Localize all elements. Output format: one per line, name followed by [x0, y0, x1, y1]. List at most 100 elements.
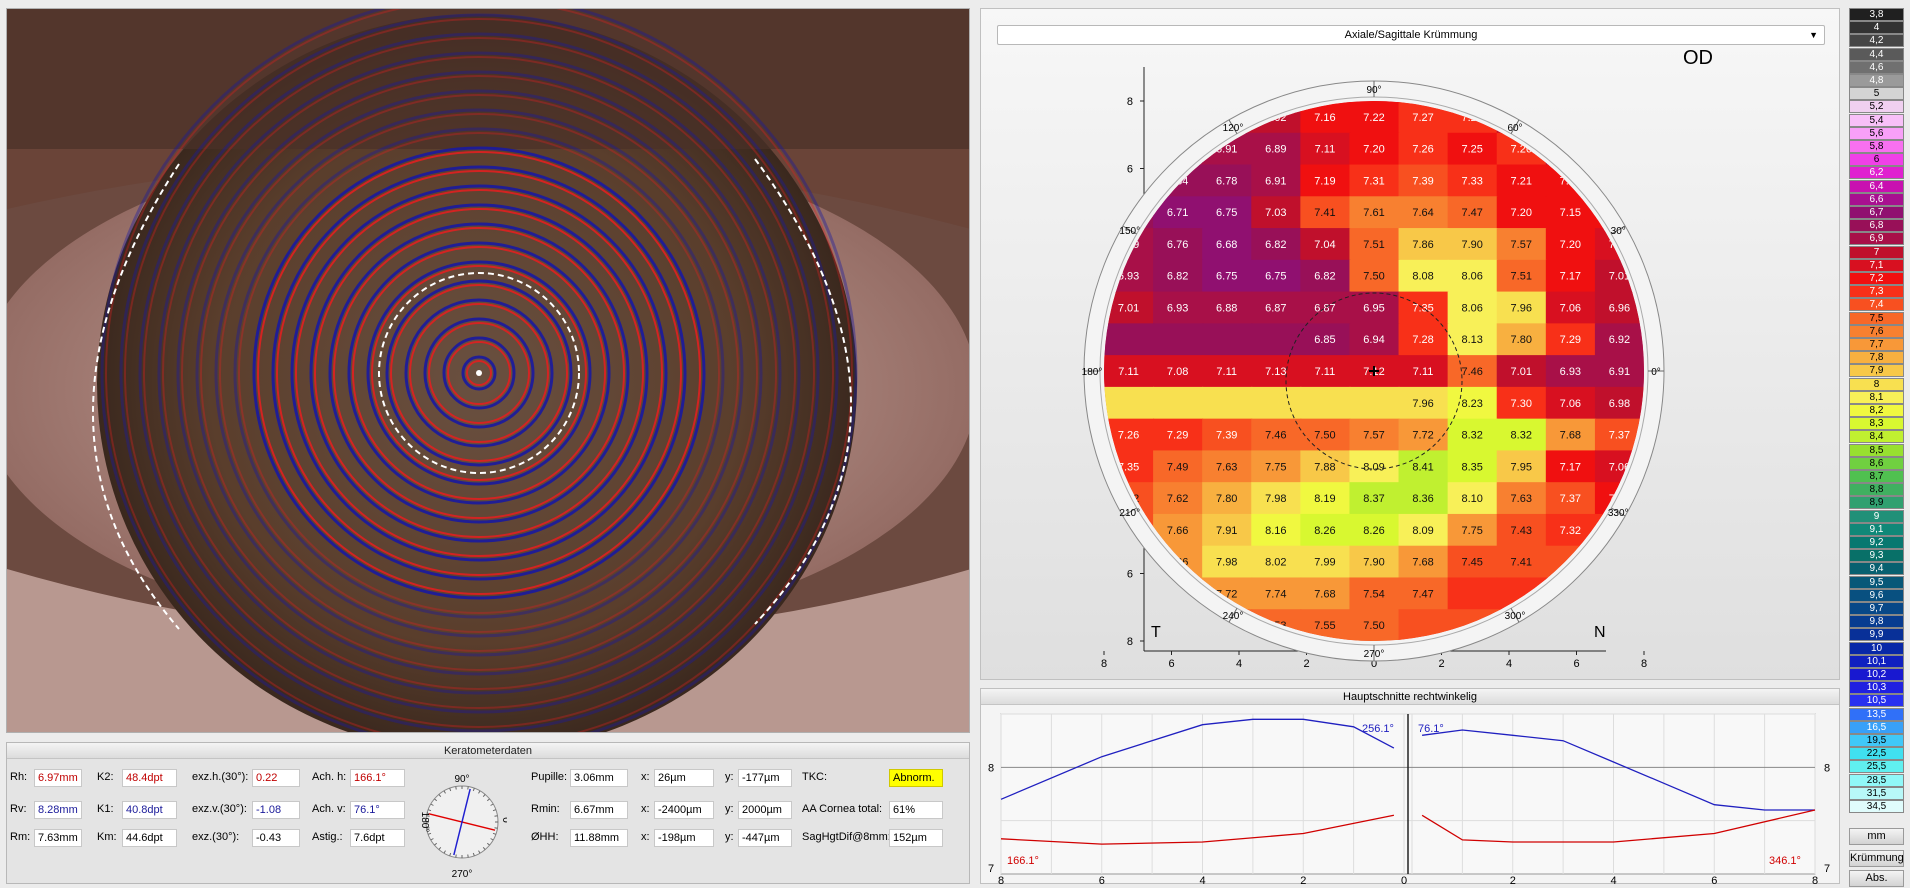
summary-value[interactable]: 61%	[889, 801, 943, 819]
x-tick-label: 8	[1641, 658, 1647, 670]
map-value: 8.23	[1461, 398, 1482, 410]
x-value[interactable]: -2400µm	[654, 801, 714, 819]
pupil-label: Rmin:	[531, 803, 560, 815]
map-value: 7.47	[1412, 588, 1433, 600]
map-value: 7.66	[1167, 525, 1188, 537]
map-value: 7.96	[1511, 302, 1532, 314]
map-value: 7.80	[1216, 493, 1237, 505]
map-value: 7.17	[1560, 461, 1581, 473]
pupil-value[interactable]: 6.67mm	[570, 801, 628, 819]
kerato-label: Astig.:	[312, 831, 343, 843]
kerato-value[interactable]: 7.6dpt	[350, 829, 405, 847]
pupil-value[interactable]: 3.06mm	[570, 769, 628, 787]
scale-step: 4	[1849, 21, 1904, 35]
map-value: 8.26	[1314, 525, 1335, 537]
kerato-value[interactable]: 44.6dpt	[122, 829, 177, 847]
map-value: 8.35	[1461, 461, 1482, 473]
scale-step: 5,2	[1849, 100, 1904, 114]
kerato-value[interactable]: -0.43	[252, 829, 300, 847]
left-blue-angle: 256.1°	[1362, 723, 1394, 735]
kerato-value[interactable]: 40.8dpt	[122, 801, 177, 819]
summary-label: AA Cornea total:	[802, 803, 883, 815]
profile-x-label: 8	[998, 875, 1004, 884]
scale-step: 8,4	[1849, 430, 1904, 444]
map-value: 7.26	[1118, 430, 1139, 442]
map-value: 7.98	[1216, 557, 1237, 569]
scale-step: 6	[1849, 153, 1904, 167]
kerato-value[interactable]: 6.97mm	[34, 769, 82, 787]
kerato-label: Rh:	[10, 771, 28, 783]
scale-step: 8,8	[1849, 483, 1904, 497]
profile-y-label: 8	[988, 762, 994, 774]
kerato-value[interactable]: 48.4dpt	[122, 769, 177, 787]
scale-step: 4,2	[1849, 34, 1904, 48]
profile-y-label-right: 8	[1824, 762, 1830, 774]
kerato-value[interactable]: 7.63mm	[34, 829, 82, 847]
map-value: 6.82	[1314, 271, 1335, 283]
map-value: 7.75	[1265, 461, 1286, 473]
map-value: 7.57	[1511, 239, 1532, 251]
dial-label-bottom: 270°	[452, 869, 473, 880]
map-value: 8.37	[1363, 493, 1384, 505]
map-value: 7.11	[1118, 366, 1139, 378]
scale-option-button[interactable]: mm	[1849, 828, 1904, 845]
tkc-badge[interactable]: Abnorm.	[889, 769, 943, 787]
x-value[interactable]: -198µm	[654, 829, 714, 847]
map-value: 7.96	[1412, 398, 1433, 410]
y-value[interactable]: -447µm	[738, 829, 792, 847]
y-tick-label: 8	[1127, 636, 1133, 648]
map-value: 7.64	[1412, 207, 1433, 219]
map-value: 6.96	[1609, 302, 1630, 314]
y-value[interactable]: -177µm	[738, 769, 792, 787]
scale-step: 9,6	[1849, 588, 1904, 602]
pupil-value[interactable]: 11.88mm	[570, 829, 628, 847]
map-value: 7.19	[1314, 175, 1335, 187]
kerato-label: exz.(30°):	[192, 831, 240, 843]
y-value[interactable]: 2000µm	[738, 801, 792, 819]
map-value: 7.50	[1363, 620, 1384, 632]
kerato-value[interactable]: -1.08	[252, 801, 300, 819]
scale-step: 10,3	[1849, 681, 1904, 695]
kerato-value[interactable]: 166.1°	[350, 769, 405, 787]
map-value: 6.85	[1314, 334, 1335, 346]
kerato-value[interactable]: 76.1°	[350, 801, 405, 819]
map-value: 7.90	[1461, 239, 1482, 251]
map-value: 7.86	[1412, 239, 1433, 251]
map-value: 7.15	[1560, 207, 1581, 219]
scale-option-button[interactable]: Abs.	[1849, 870, 1904, 887]
map-value: 6.78	[1216, 175, 1237, 187]
scale-step: 7,8	[1849, 351, 1904, 365]
y-label: y:	[725, 803, 734, 815]
scale-option-button[interactable]: Krümmung	[1849, 850, 1904, 867]
map-value: 7.04	[1314, 239, 1335, 251]
kerato-value[interactable]: 8.28mm	[34, 801, 82, 819]
summary-label: SagHgtDif@8mm:	[802, 831, 891, 843]
map-value: 7.30	[1511, 398, 1532, 410]
scale-step: 7,2	[1849, 272, 1904, 285]
scale-step: 8,9	[1849, 496, 1904, 510]
angle-label: 60°	[1507, 123, 1522, 134]
keratometer-panel: Keratometerdaten Rh: 6.97mm K2: 48.4dpt exz.…	[6, 742, 970, 884]
map-value: 6.89	[1265, 144, 1286, 156]
map-value: 7.68	[1412, 557, 1433, 569]
map-value: 6.75	[1216, 271, 1237, 283]
angle-label: 300°	[1505, 611, 1526, 622]
scale-step: 4,6	[1849, 60, 1904, 74]
scale-step: 28,5	[1849, 773, 1904, 787]
summary-value[interactable]: 152µm	[889, 829, 943, 847]
scale-step: 9,9	[1849, 628, 1904, 642]
scale-step: 7	[1849, 245, 1904, 259]
profile-x-label: 4	[1610, 875, 1616, 884]
x-value[interactable]: 26µm	[654, 769, 714, 787]
nasal-label: N	[1594, 624, 1606, 641]
scale-step: 22,5	[1849, 747, 1904, 761]
map-value: 8.13	[1461, 334, 1482, 346]
map-value: 7.57	[1363, 430, 1384, 442]
map-value: 7.68	[1314, 588, 1335, 600]
scale-step: 5,8	[1849, 140, 1904, 153]
temporal-label: T	[1151, 624, 1161, 641]
map-value: 7.51	[1363, 239, 1384, 251]
map-value: 7.41	[1511, 557, 1532, 569]
kerato-value[interactable]: 0.22	[252, 769, 300, 787]
topography-map[interactable]: 8866442200224466887.027.167.227.277.286.…	[981, 9, 1841, 681]
